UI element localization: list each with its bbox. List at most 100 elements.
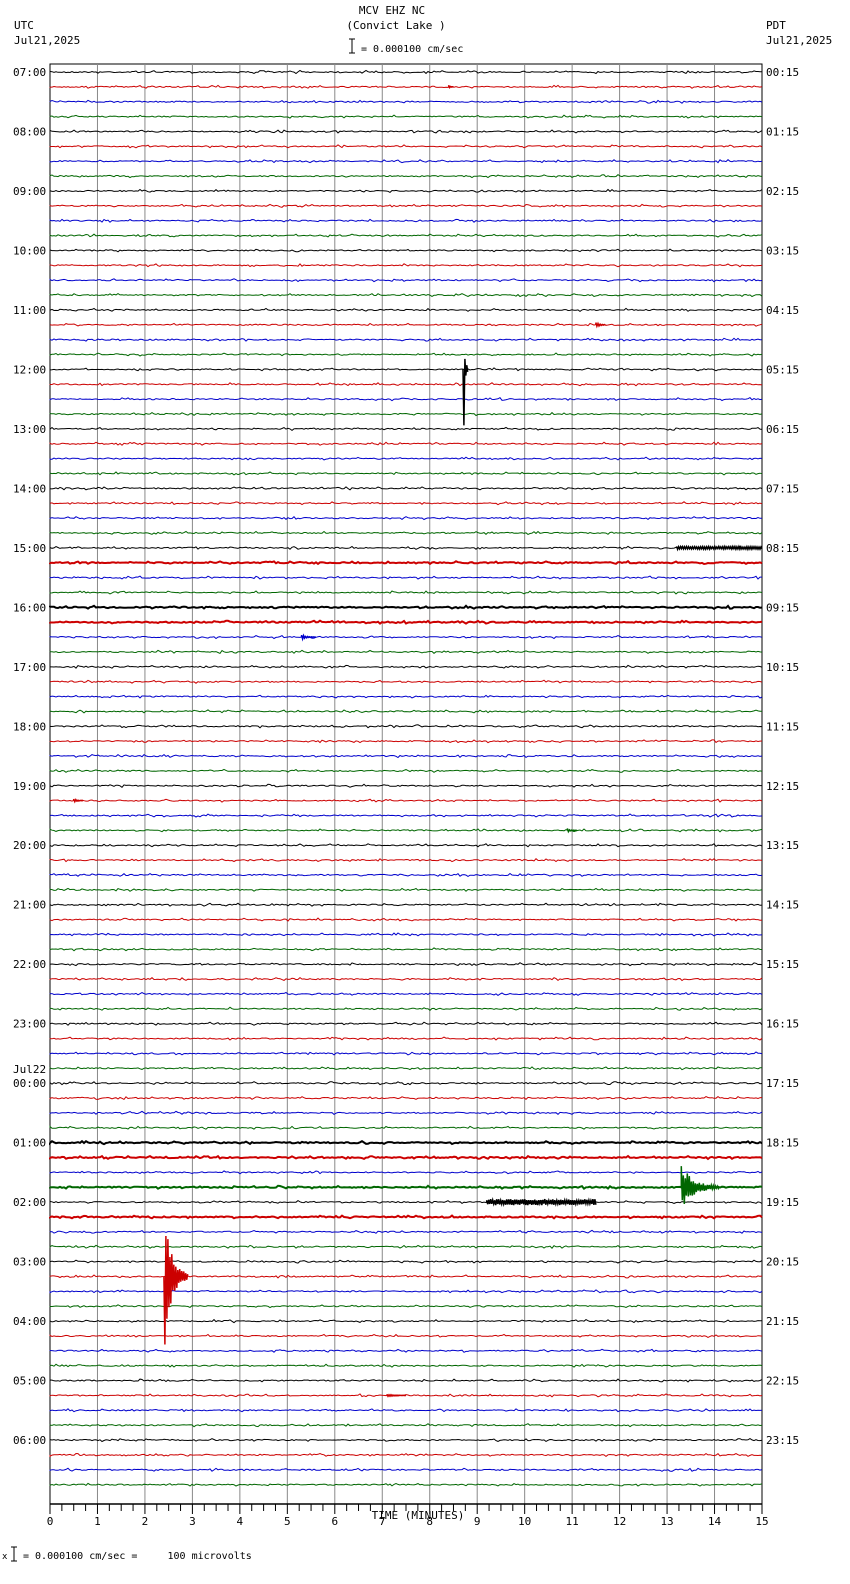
right-timezone: PDT [766,19,786,32]
station-title: MCV EHZ NC [359,4,425,17]
seismic-event [72,798,84,804]
x-tick-label: 5 [284,1515,291,1528]
seismic-trace [49,739,763,744]
pdt-hour-label: 00:15 [766,66,799,79]
utc-hour-label: 20:00 [13,839,46,852]
seismic-trace [49,144,763,149]
footer-scale-note: = 0.000100 cm/sec = 100 microvolts [23,1551,252,1562]
utc-hour-label: 08:00 [13,125,46,138]
seismic-trace [49,530,763,535]
x-tick-label: 4 [237,1515,244,1528]
seismic-trace [49,1318,763,1324]
seismic-trace [49,69,763,75]
seismic-trace [49,858,763,863]
seismic-trace [49,233,763,238]
utc-hour-label: 07:00 [13,66,46,79]
seismic-trace [49,1125,763,1130]
seismic-trace [49,828,763,833]
seismic-trace [49,248,763,253]
seismic-trace [49,887,763,892]
pdt-hour-label: 20:15 [766,1256,799,1269]
seismic-trace [49,218,763,223]
seismic-trace [49,1289,763,1294]
seismic-event [447,85,454,90]
utc-hour-label: 04:00 [13,1315,46,1328]
utc-hour-label: 14:00 [13,482,46,495]
seismic-trace [49,1229,763,1234]
seismic-trace [49,1333,763,1338]
utc-hour-label: 16:00 [13,601,46,614]
pdt-hour-label: 10:15 [766,661,799,674]
left-date: Jul21,2025 [14,34,80,47]
seismogram-page: MCV EHZ NC (Convict Lake ) = 0.000100 cm… [0,0,850,1584]
seismic-event [675,544,763,552]
utc-hour-label: 23:00 [13,1018,46,1031]
utc-hour-label: 22:00 [13,958,46,971]
seismic-trace [49,1244,763,1249]
pdt-hour-label: 18:15 [766,1137,799,1150]
seismic-trace [49,1467,763,1472]
seismic-trace [49,1274,763,1279]
seismic-trace [49,1184,763,1191]
seismic-trace [49,367,763,372]
pdt-hour-label: 16:15 [766,1018,799,1031]
seismic-trace [49,1154,763,1161]
seismic-trace [49,486,763,491]
x-tick-label: 2 [142,1515,149,1528]
utc-hour-label: 02:00 [13,1196,46,1209]
seismic-trace [49,843,763,848]
seismic-trace [49,798,763,803]
x-tick-label: 15 [755,1515,768,1528]
right-date: Jul21,2025 [766,34,832,47]
seismic-trace [49,263,763,268]
x-tick-label: 13 [660,1515,673,1528]
seismic-trace [49,604,763,610]
pdt-hour-label: 02:15 [766,185,799,198]
seismic-trace [49,1304,763,1309]
seismic-trace [49,575,762,580]
pdt-hour-label: 01:15 [766,125,799,138]
seismic-trace [49,1110,763,1116]
seismic-trace [49,559,763,566]
pdt-hour-label: 11:15 [766,720,799,733]
utc-hour-label: 06:00 [13,1434,46,1447]
pdt-hour-label: 03:15 [766,244,799,257]
pdt-hour-label: 08:15 [766,542,799,555]
x-tick-label: 9 [474,1515,481,1528]
seismic-trace [49,664,763,669]
seismic-trace [49,501,763,506]
seismogram-chart: MCV EHZ NC (Convict Lake ) = 0.000100 cm… [2,4,832,1562]
scale-label: = 0.000100 cm/sec [361,44,463,55]
x-tick-label: 0 [47,1515,54,1528]
x-tick-label: 6 [331,1515,338,1528]
utc-hour-label: 01:00 [13,1137,46,1150]
seismic-trace [49,1139,763,1146]
seismic-trace [49,1095,763,1101]
utc-hour-label: 03:00 [13,1256,46,1269]
x-tick-label: 12 [613,1515,626,1528]
seismic-trace [49,1051,763,1056]
seismic-trace [49,1363,763,1368]
seismic-trace [49,1482,763,1487]
seismic-trace [49,84,763,89]
seismic-trace [49,426,763,432]
utc-date-label: Jul22 [13,1063,46,1076]
seismic-trace [49,441,763,446]
seismic-trace [49,278,763,283]
pdt-hour-label: 09:15 [766,601,799,614]
seismic-trace [49,1438,763,1443]
utc-hour-label: 21:00 [13,899,46,912]
seismic-trace [49,1066,762,1071]
location-title: (Convict Lake ) [346,19,445,32]
seismic-trace [49,337,763,342]
seismic-trace [49,813,763,818]
seismic-trace [49,1199,763,1205]
seismic-trace [49,129,763,134]
seismic-trace [49,1006,763,1011]
left-timezone: UTC [14,19,34,32]
seismic-trace [49,1081,763,1086]
seismic-trace [49,947,763,952]
seismic-trace [49,471,763,476]
utc-hour-label: 19:00 [13,780,46,793]
pdt-hour-label: 12:15 [766,780,799,793]
